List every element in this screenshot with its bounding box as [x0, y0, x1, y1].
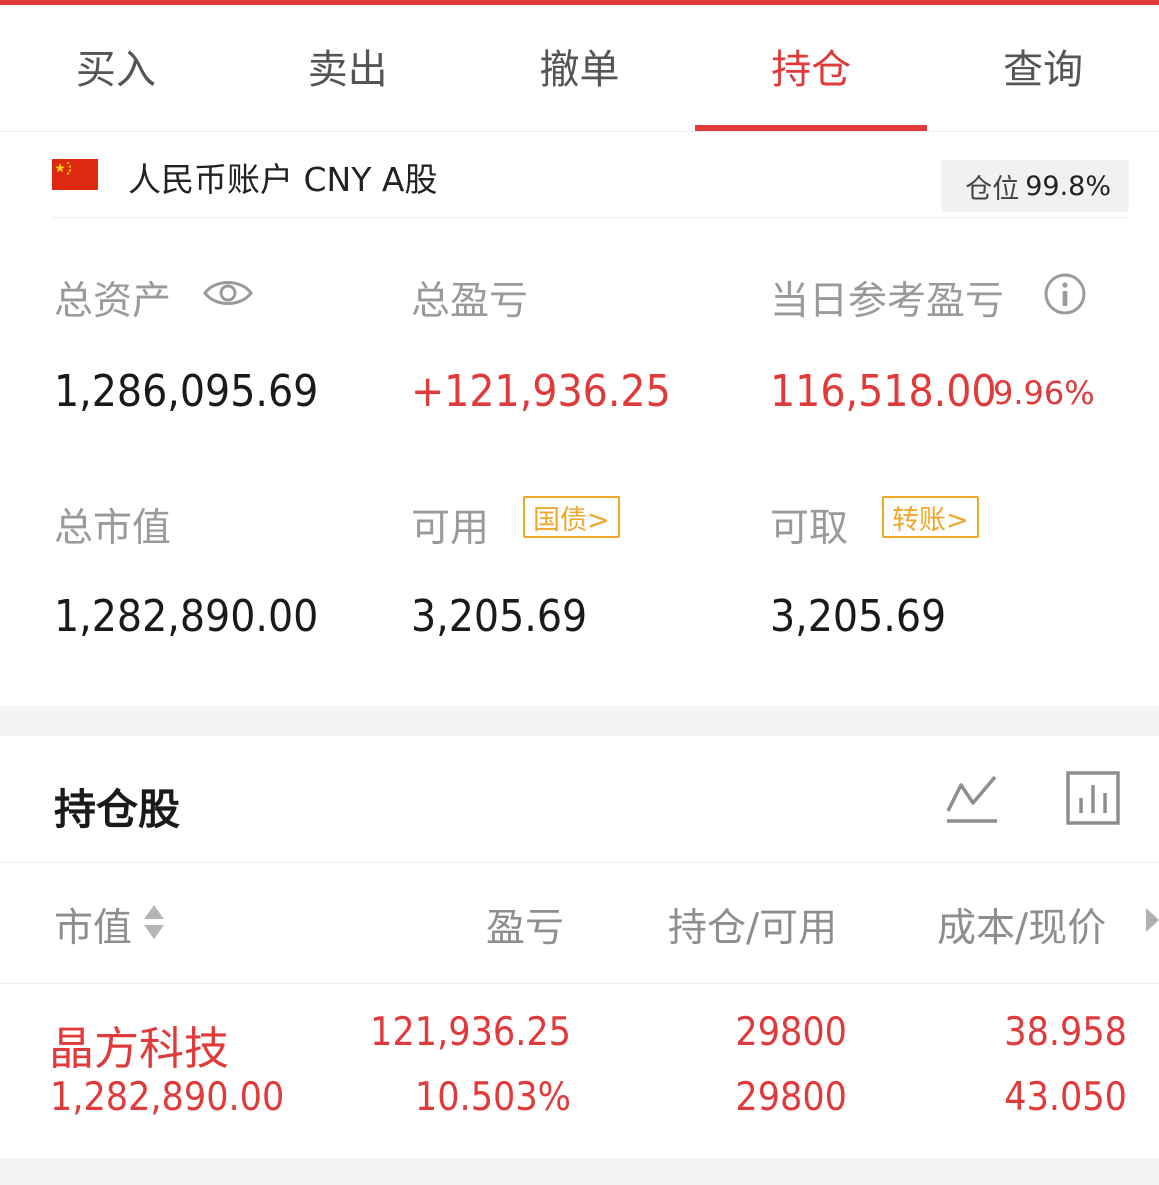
col-header-position: 持仓/可用 — [668, 906, 838, 951]
transfer-tag[interactable]: 转账> — [882, 496, 979, 538]
tab-query[interactable]: 查询 — [927, 5, 1159, 131]
tab-label: 卖出 — [307, 47, 388, 93]
market-value-value: 1,282,890.00 — [54, 591, 319, 642]
trade-tabs: 买入 卖出 撤单 持仓 查询 — [0, 5, 1159, 132]
total-assets-value: 1,286,095.69 — [54, 366, 319, 417]
stock-pnl: 121,936.25 — [370, 1010, 571, 1055]
stock-position: 29800 — [735, 1010, 847, 1055]
column-header-divider — [0, 983, 1159, 984]
tab-holdings[interactable]: 持仓 — [695, 5, 927, 131]
col-header-cost-price: 成本/现价 — [937, 906, 1107, 951]
daily-pnl-percent: 9.96% — [993, 374, 1095, 412]
stock-cost: 38.958 — [1004, 1010, 1127, 1055]
sort-icon[interactable] — [143, 902, 165, 946]
china-flag-icon — [52, 159, 98, 190]
col-header-pnl: 盈亏 — [486, 906, 565, 951]
daily-pnl-label: 当日参考盈亏 — [770, 279, 1005, 324]
bottom-band — [0, 1158, 1159, 1185]
tab-buy[interactable]: 买入 — [0, 5, 232, 131]
tab-label: 撤单 — [539, 47, 620, 93]
tab-label: 查询 — [1003, 47, 1084, 93]
stock-available: 29800 — [735, 1075, 847, 1120]
eye-icon[interactable] — [203, 276, 253, 314]
stock-name: 晶方科技 — [49, 1022, 230, 1075]
total-assets-label: 总资产 — [54, 279, 172, 324]
total-pnl-label: 总盈亏 — [411, 279, 529, 324]
info-icon[interactable] — [1043, 272, 1087, 320]
line-chart-icon[interactable] — [945, 773, 999, 829]
daily-pnl-value: 116,518.00 — [770, 366, 997, 417]
scroll-right-icon[interactable] — [1146, 908, 1159, 936]
market-value-label: 总市值 — [54, 506, 172, 551]
treasury-bond-tag[interactable]: 国债> — [523, 496, 620, 538]
position-value: 99.8% — [1025, 170, 1111, 202]
bar-chart-icon[interactable] — [1066, 771, 1120, 829]
stock-market-value: 1,282,890.00 — [50, 1075, 285, 1120]
tab-label: 买入 — [75, 47, 156, 93]
withdrawable-value: 3,205.69 — [770, 591, 947, 642]
tab-label: 持仓 — [771, 47, 852, 93]
stock-pnl-percent: 10.503% — [414, 1075, 571, 1120]
tab-cancel[interactable]: 撤单 — [464, 5, 696, 131]
available-label: 可用 — [411, 506, 490, 551]
total-pnl-value: +121,936.25 — [411, 366, 671, 417]
withdrawable-label: 可取 — [770, 506, 849, 551]
position-badge: 仓位 99.8% — [941, 160, 1129, 212]
account-label: 人民币账户 CNY A股 — [128, 160, 438, 199]
account-row: 人民币账户 CNY A股 仓位 99.8% — [52, 140, 1129, 218]
col-header-market-value[interactable]: 市值 — [54, 897, 132, 953]
stock-price: 43.050 — [1004, 1075, 1127, 1120]
available-value: 3,205.69 — [411, 591, 588, 642]
section-divider — [0, 706, 1159, 736]
holdings-title: 持仓股 — [54, 785, 181, 834]
position-label: 仓位 — [965, 173, 1020, 205]
holdings-header-divider — [0, 862, 1159, 863]
tab-sell[interactable]: 卖出 — [232, 5, 464, 131]
